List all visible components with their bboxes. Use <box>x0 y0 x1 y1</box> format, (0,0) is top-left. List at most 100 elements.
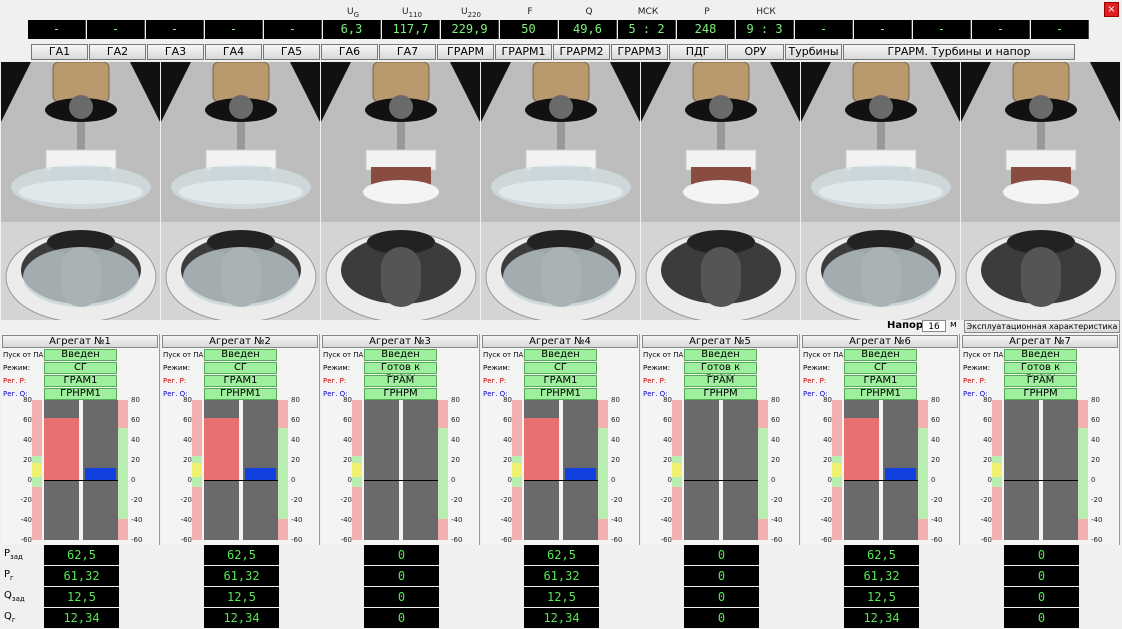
tick-label-right: 60 <box>771 416 780 424</box>
nav-button[interactable]: ГА3 <box>147 44 204 60</box>
nav-button[interactable]: ГРАРМ. Турбины и напор <box>843 44 1075 60</box>
tick-label-right: 20 <box>291 456 300 464</box>
unit-title[interactable]: Агрегат №1 <box>2 335 158 348</box>
dash-cell: - <box>87 20 145 39</box>
sensor-value: 248 <box>677 20 735 39</box>
row-value-start: Введен <box>684 349 757 361</box>
tick-label-left: -40 <box>980 516 992 524</box>
readout-value-pg: 61,32 <box>204 566 279 586</box>
unit-panel: Агрегат №5 Пуск от ПА: Введен Режим: Готов к… <box>641 334 800 545</box>
nav-button[interactable]: ПДГ <box>669 44 726 60</box>
readout-value-pg: 0 <box>1004 566 1079 586</box>
nav-button[interactable]: ГА5 <box>263 44 320 60</box>
readout-value-qzad: 12,5 <box>44 587 119 607</box>
p-column <box>1004 400 1039 540</box>
gauge: 80 80 60 60 40 40 20 20 0 0 -20 -20 -40 -40 -60 -60 <box>641 396 800 544</box>
tick-label-left: -40 <box>500 516 512 524</box>
tick-label-right: 60 <box>291 416 300 424</box>
tick-label-left: 0 <box>987 476 992 484</box>
readout-label-sub: г <box>11 616 16 624</box>
tick-label-left: 60 <box>663 416 672 424</box>
unit-view <box>801 62 960 320</box>
unit-title[interactable]: Агрегат №5 <box>642 335 798 348</box>
unit-title[interactable]: Агрегат №3 <box>322 335 478 348</box>
readout-value-pzad: 0 <box>1004 545 1079 565</box>
tick-label-left: -20 <box>180 496 192 504</box>
close-button[interactable]: × <box>1104 2 1119 17</box>
tick-label-left: 80 <box>343 396 352 404</box>
tick-label-right: 20 <box>131 456 140 464</box>
unit-view <box>961 62 1120 320</box>
unit-title[interactable]: Агрегат №2 <box>162 335 318 348</box>
q-bar <box>85 467 116 480</box>
q-bar <box>565 467 596 480</box>
sensor-label-main: U <box>461 7 468 17</box>
tick-label-right: -40 <box>1091 516 1103 524</box>
row-value-mode: СГ <box>844 362 917 374</box>
tick-label-left: 60 <box>23 416 32 424</box>
tick-label-left: -40 <box>20 516 32 524</box>
tick-label-left: 40 <box>23 436 32 444</box>
scale-strip-left <box>192 400 202 540</box>
tick-label-left: 20 <box>23 456 32 464</box>
row-label: Рег. P: <box>3 377 27 385</box>
row-value-regp: ГРАМ <box>364 375 437 387</box>
tick-label-left: 60 <box>183 416 192 424</box>
tick-label-right: 40 <box>1091 436 1100 444</box>
readout-value-qzad: 12,5 <box>524 587 599 607</box>
nav-button[interactable]: ГА7 <box>379 44 436 60</box>
unit-view <box>321 62 480 320</box>
tick-label-right: 40 <box>931 436 940 444</box>
nav-button[interactable]: Турбины <box>785 44 842 60</box>
row-value-regq: ГРНРМ <box>364 388 437 400</box>
tick-label-right: 80 <box>131 396 140 404</box>
q-column <box>723 400 758 540</box>
dash-cell: - <box>28 20 86 39</box>
row-value-start: Введен <box>844 349 917 361</box>
nav-button[interactable]: ГРАРМ <box>437 44 494 60</box>
nav-button[interactable]: ОРУ <box>727 44 784 60</box>
unit-title[interactable]: Агрегат №6 <box>802 335 958 348</box>
scale-strip-right <box>918 400 928 540</box>
zero-line <box>204 480 278 481</box>
row-value-mode: Готов к пуску <box>1004 362 1077 383</box>
tick-label-right: -60 <box>1091 536 1103 544</box>
zero-line <box>684 480 758 481</box>
tick-label-right: 0 <box>131 476 136 484</box>
dash-cell: - <box>146 20 204 39</box>
sensor-value: 49,6 <box>559 20 617 39</box>
nav-button[interactable]: ГРАРМ1 <box>495 44 552 60</box>
scale-strip-right <box>278 400 288 540</box>
nav-button[interactable]: ГА4 <box>205 44 262 60</box>
unit-title[interactable]: Агрегат №4 <box>482 335 638 348</box>
tick-label-left: -20 <box>820 496 832 504</box>
tick-label-left: 0 <box>347 476 352 484</box>
tick-label-right: 80 <box>1091 396 1100 404</box>
nav-button[interactable]: ГА1 <box>31 44 88 60</box>
tick-label-left: -40 <box>820 516 832 524</box>
unit-view <box>1 62 160 320</box>
row-value-mode: Готов к пуску <box>364 362 437 383</box>
tick-label-right: -20 <box>1091 496 1103 504</box>
tick-label-right: -40 <box>771 516 783 524</box>
unit-title[interactable]: Агрегат №7 <box>962 335 1118 348</box>
tick-label-left: 20 <box>983 456 992 464</box>
scale-strip-right <box>118 400 128 540</box>
nav-button[interactable]: ГРАРМ2 <box>553 44 610 60</box>
unit-panel: Агрегат №4 Пуск от ПА: Введен Режим: СГ Рег. … <box>481 334 640 545</box>
tick-label-right: 80 <box>451 396 460 404</box>
readout-value-pg: 61,32 <box>524 566 599 586</box>
nav-button[interactable]: ГА2 <box>89 44 146 60</box>
readout-value-qg: 12,34 <box>204 608 279 628</box>
gauge: 80 80 60 60 40 40 20 20 0 0 -20 -20 -40 -40 -60 -60 <box>801 396 960 544</box>
nav-button[interactable]: ГРАРМ3 <box>611 44 668 60</box>
q-column <box>403 400 438 540</box>
sensor-label-main: U <box>402 7 409 17</box>
characteristic-button[interactable]: Эксплуатационная характеристика <box>964 320 1120 333</box>
readout-value-pg: 0 <box>364 566 439 586</box>
napor-input[interactable]: 16 <box>922 320 946 332</box>
row-label: Пуск от ПА: <box>483 351 526 359</box>
tick-label-right: 80 <box>931 396 940 404</box>
nav-button[interactable]: ГА6 <box>321 44 378 60</box>
tick-label-left: 20 <box>343 456 352 464</box>
